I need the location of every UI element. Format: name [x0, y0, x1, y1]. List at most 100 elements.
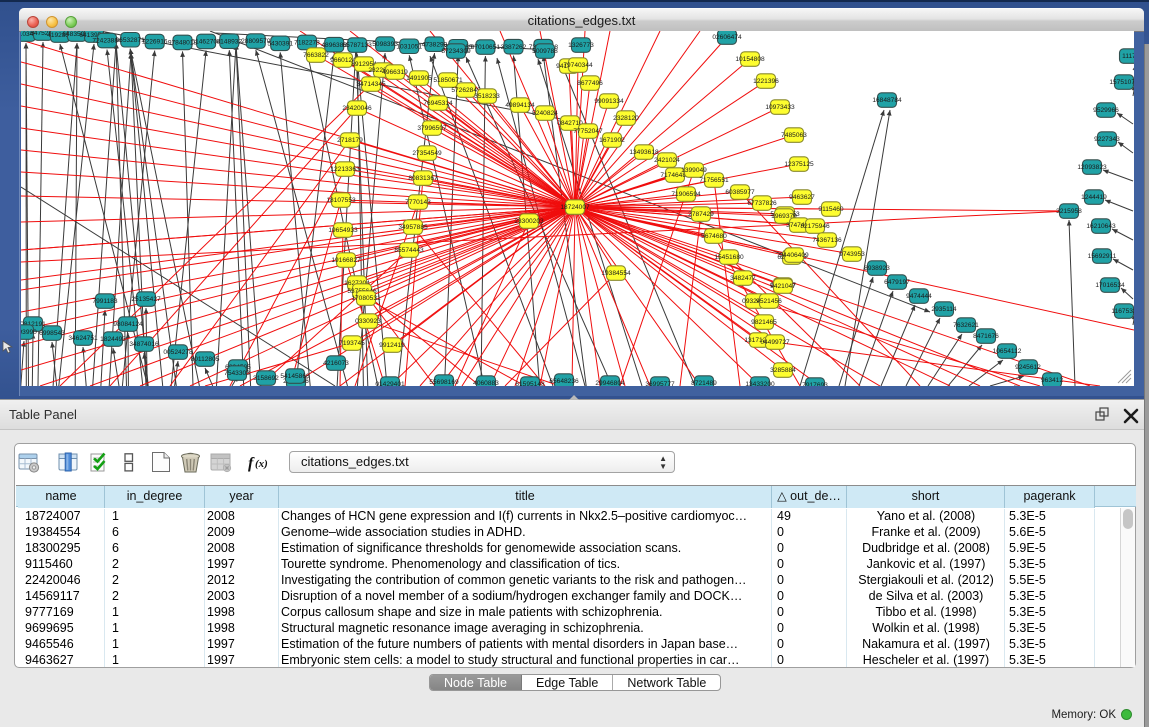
svg-text:9743953: 9743953	[839, 251, 865, 258]
svg-text:5098393: 5098393	[372, 41, 398, 48]
svg-text:04499727: 04499727	[760, 339, 790, 346]
svg-text:1399049: 1399049	[681, 167, 707, 174]
svg-text:3482477: 3482477	[730, 275, 756, 282]
svg-text:19654933: 19654933	[328, 227, 358, 234]
svg-text:9521456: 9521456	[756, 298, 782, 305]
svg-text:61595148: 61595148	[515, 381, 545, 386]
svg-text:7917693: 7917693	[802, 382, 828, 386]
svg-text:55698169: 55698169	[429, 379, 459, 386]
svg-text:2935114: 2935114	[931, 306, 957, 313]
svg-text:49894134: 49894134	[505, 102, 535, 109]
svg-text:2787429: 2787429	[688, 211, 714, 218]
svg-text:29946804: 29946804	[595, 380, 625, 386]
svg-text:28809570: 28809570	[241, 38, 271, 45]
svg-text:5430391: 5430391	[267, 41, 293, 48]
svg-text:2328120: 2328120	[613, 115, 639, 122]
svg-text:65787133: 65787133	[343, 42, 373, 49]
svg-text:15451680: 15451680	[714, 254, 744, 261]
svg-text:7663822: 7663822	[303, 52, 329, 59]
svg-text:1326773: 1326773	[568, 42, 594, 49]
svg-text:10973433: 10973433	[765, 104, 795, 111]
svg-text:1221396: 1221396	[753, 78, 779, 85]
svg-text:6998543: 6998543	[39, 330, 65, 337]
svg-text:98084124: 98084124	[113, 321, 143, 328]
svg-text:f: f	[248, 455, 255, 472]
svg-text:10154808: 10154808	[735, 56, 765, 63]
svg-text:34624751: 34624751	[68, 335, 98, 342]
svg-text:3285884: 3285884	[770, 367, 796, 374]
svg-text:1031051: 1031051	[396, 43, 422, 50]
svg-text:9529966: 9529966	[1093, 107, 1119, 114]
svg-text:34957885: 34957885	[398, 224, 428, 231]
svg-text:9421047: 9421047	[770, 283, 796, 290]
svg-text:15751074: 15751074	[1109, 79, 1134, 86]
svg-text:1167533: 1167533	[1111, 308, 1134, 315]
svg-text:2421024: 2421024	[654, 157, 680, 164]
svg-text:9227343: 9227343	[1094, 136, 1120, 143]
svg-text:18724007: 18724007	[560, 204, 590, 211]
svg-text:4966319: 4966319	[382, 69, 408, 76]
svg-text:7485063: 7485063	[781, 132, 807, 139]
svg-text:5240824: 5240824	[532, 110, 558, 117]
svg-text:8677496: 8677496	[577, 80, 603, 87]
svg-text:(x): (x)	[255, 458, 268, 470]
svg-text:67010651: 67010651	[471, 44, 501, 51]
svg-text:9821465: 9821465	[751, 319, 777, 326]
svg-text:65648236: 65648236	[549, 378, 579, 385]
svg-text:6193990: 6193990	[21, 329, 37, 336]
svg-text:9474444: 9474444	[906, 293, 932, 300]
svg-text:82175946: 82175946	[800, 223, 830, 230]
svg-text:17016534: 17016534	[1095, 282, 1125, 289]
svg-text:18107553: 18107553	[326, 197, 356, 204]
svg-text:67737826: 67737826	[747, 200, 777, 207]
svg-text:23420046: 23420046	[342, 105, 372, 112]
svg-text:13493618: 13493618	[629, 149, 659, 156]
svg-text:16210643: 16210643	[1086, 223, 1116, 230]
svg-text:3518233: 3518233	[474, 93, 500, 100]
svg-text:3215958: 3215958	[1056, 208, 1082, 215]
svg-text:96532871: 96532871	[116, 37, 146, 44]
svg-text:1226916: 1226916	[142, 39, 168, 46]
svg-text:8471676: 8471676	[973, 333, 999, 340]
svg-text:87234309: 87234309	[441, 48, 471, 55]
svg-text:34874016: 34874016	[129, 341, 159, 348]
svg-text:27354549: 27354549	[412, 150, 442, 157]
svg-text:12093823: 12093823	[1077, 164, 1107, 171]
svg-text:1491905: 1491905	[406, 75, 432, 82]
svg-text:94406409: 94406409	[779, 252, 809, 259]
svg-text:1824493: 1824493	[100, 336, 126, 343]
svg-text:12213363: 12213363	[330, 166, 360, 173]
svg-text:77752047: 77752047	[573, 128, 603, 135]
svg-text:76945314: 76945314	[423, 100, 453, 107]
svg-text:8721489: 8721489	[691, 380, 717, 386]
svg-text:01429401: 01429401	[375, 381, 405, 386]
svg-text:9463627: 9463627	[789, 194, 815, 201]
svg-text:54145868: 54145868	[280, 373, 310, 380]
svg-text:8938923: 8938923	[864, 265, 890, 272]
svg-text:7632621: 7632621	[953, 322, 979, 329]
svg-text:34714345: 34714345	[356, 81, 386, 88]
svg-text:9115460: 9115460	[818, 206, 844, 213]
svg-text:7193745: 7193745	[339, 340, 365, 347]
svg-text:12375125: 12375125	[784, 161, 814, 168]
svg-text:02606474: 02606474	[712, 34, 742, 41]
svg-text:10654112: 10654112	[993, 348, 1022, 355]
svg-text:80831367: 80831367	[408, 175, 438, 182]
svg-text:5009788: 5009788	[532, 48, 558, 55]
svg-text:13433200: 13433200	[745, 381, 775, 386]
svg-text:79740344: 79740344	[563, 62, 593, 69]
svg-text:4060883: 4060883	[473, 380, 499, 386]
svg-text:1671902: 1671902	[599, 137, 625, 144]
svg-text:6479197: 6479197	[884, 279, 910, 286]
svg-text:7991183: 7991183	[92, 298, 118, 305]
svg-text:36995777: 36995777	[645, 381, 675, 386]
svg-text:5674680: 5674680	[701, 233, 727, 240]
svg-text:71906594: 71906594	[671, 191, 701, 198]
svg-text:7770143: 7770143	[405, 199, 431, 206]
svg-text:7182278: 7182278	[294, 40, 320, 47]
svg-text:7543303: 7543303	[224, 370, 250, 377]
svg-text:37996507: 37996507	[417, 125, 447, 132]
svg-text:0330923: 0330923	[355, 318, 381, 325]
svg-text:1244419: 1244419	[1081, 194, 1107, 201]
svg-text:9245612: 9245612	[1015, 364, 1041, 371]
